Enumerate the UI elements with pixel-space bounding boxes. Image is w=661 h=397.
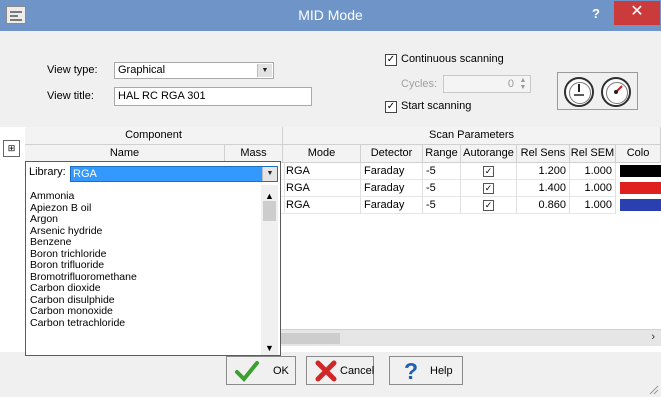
continuous-scanning-checkbox[interactable]: ✓ <box>385 54 397 66</box>
color-swatch[interactable] <box>620 182 661 194</box>
cell-rel-sem[interactable]: 1.000 <box>570 180 616 197</box>
close-button[interactable]: ✕ <box>614 1 660 25</box>
view-type-select[interactable]: Graphical ▼ <box>114 62 274 79</box>
column-header-color[interactable]: Colo <box>616 145 661 163</box>
cell-mode[interactable]: RGA <box>283 197 361 214</box>
cancel-label: Cancel <box>340 365 375 377</box>
cell-autorange[interactable]: ✓ <box>461 197 517 214</box>
horizontal-scrollbar[interactable]: › <box>280 329 661 346</box>
help-label: Help <box>430 365 453 377</box>
start-scanning-checkbox[interactable]: ✓ <box>385 101 397 113</box>
library-list[interactable]: Ammonia Apiezon B oil Argon Arsenic hydr… <box>28 191 260 355</box>
view-title-input[interactable]: HAL RC RGA 301 <box>114 87 312 106</box>
scrollbar-thumb[interactable] <box>263 201 276 221</box>
autorange-checkbox[interactable]: ✓ <box>483 165 494 177</box>
cross-icon <box>315 360 337 382</box>
library-combo[interactable]: RGA ▼ <box>70 166 278 182</box>
cell-autorange[interactable]: ✓ <box>461 180 517 197</box>
spin-arrows-icon: ▲ ▼ <box>519 77 527 91</box>
scrollbar-thumb[interactable] <box>280 333 340 344</box>
list-item[interactable]: Argon <box>28 213 260 226</box>
chevron-down-icon[interactable]: ▼ <box>257 64 272 77</box>
autorange-checkbox[interactable]: ✓ <box>483 199 494 211</box>
cell-mode[interactable]: RGA <box>283 163 361 180</box>
library-scrollbar[interactable]: ▲ ▼ <box>261 185 278 355</box>
title-bar: MID Mode ? ✕ <box>0 0 661 31</box>
continuous-scanning-label: Continuous scanning <box>401 53 504 65</box>
cell-autorange[interactable]: ✓ <box>461 163 517 180</box>
help-button[interactable]: ? Help <box>389 356 463 385</box>
view-title-label: View title: <box>47 90 94 102</box>
column-header-autorange[interactable]: Autorange <box>461 145 517 163</box>
component-group-header: Component <box>25 127 283 145</box>
autorange-checkbox[interactable]: ✓ <box>483 182 494 194</box>
scan-gauge-icon[interactable] <box>601 77 631 107</box>
list-item[interactable]: Benzene <box>28 236 260 249</box>
question-mark-icon: ? <box>404 358 419 384</box>
checkmark-icon <box>235 361 259 382</box>
library-dropdown-popup: Library: RGA ▼ Ammonia Apiezon B oil Arg… <box>25 161 281 356</box>
cell-detector[interactable]: Faraday <box>361 163 423 180</box>
view-type-value: Graphical <box>118 64 166 76</box>
column-header-rel-sens[interactable]: Rel Sens <box>517 145 570 163</box>
cell-range[interactable]: -5 <box>423 197 461 214</box>
list-item[interactable]: Carbon monoxide <box>28 305 260 318</box>
ok-button[interactable]: OK <box>226 356 296 385</box>
grid-config-icon[interactable]: ⊞ <box>3 140 20 157</box>
library-value: RGA <box>73 168 97 180</box>
chevron-down-icon[interactable]: ▼ <box>262 167 277 181</box>
column-header-rel-sem[interactable]: Rel SEM <box>570 145 616 163</box>
cycles-label: Cycles: <box>401 78 438 90</box>
mid-mode-dialog: MID Mode ? ✕ View type: Graphical ▼ View… <box>0 0 661 397</box>
cycles-input: 0 ▲ ▼ <box>443 75 531 93</box>
column-header-detector[interactable]: Detector <box>361 145 423 163</box>
column-header-range[interactable]: Range <box>423 145 461 163</box>
library-label: Library: <box>29 166 66 178</box>
help-title-button[interactable]: ? <box>588 5 604 23</box>
cell-rel-sens[interactable]: 0.860 <box>517 197 570 214</box>
cell-rel-sem[interactable]: 1.000 <box>570 163 616 180</box>
cell-range[interactable]: -5 <box>423 163 461 180</box>
color-swatch[interactable] <box>620 165 661 177</box>
list-item[interactable]: Apiezon B oil <box>28 202 260 215</box>
cancel-button[interactable]: Cancel <box>306 356 374 385</box>
chevron-down-icon[interactable]: ▼ <box>265 343 274 353</box>
list-item[interactable]: Ammonia <box>28 191 260 203</box>
list-item[interactable]: Boron trifluoride <box>28 259 260 272</box>
ok-label: OK <box>273 365 289 377</box>
chevron-right-icon[interactable]: › <box>651 331 655 343</box>
cell-rel-sem[interactable]: 1.000 <box>570 197 616 214</box>
cell-detector[interactable]: Faraday <box>361 180 423 197</box>
color-swatch[interactable] <box>620 199 661 211</box>
cell-detector[interactable]: Faraday <box>361 197 423 214</box>
view-type-label: View type: <box>47 64 98 76</box>
cell-rel-sens[interactable]: 1.400 <box>517 180 570 197</box>
scan-parameters-group-header: Scan Parameters <box>283 127 661 145</box>
chevron-up-icon[interactable]: ▲ <box>265 191 274 201</box>
list-item[interactable]: Carbon tetrachloride <box>28 317 260 330</box>
pressure-gauge-icon[interactable] <box>564 77 594 107</box>
cycles-value: 0 <box>507 78 514 90</box>
gauges-frame <box>557 72 638 110</box>
window-title: MID Mode <box>298 7 363 23</box>
start-scanning-label: Start scanning <box>401 100 472 112</box>
list-item[interactable]: Carbon dioxide <box>28 282 260 295</box>
column-header-mode[interactable]: Mode <box>283 145 361 163</box>
resize-grip-icon[interactable] <box>649 385 659 395</box>
cell-range[interactable]: -5 <box>423 180 461 197</box>
cell-rel-sens[interactable]: 1.200 <box>517 163 570 180</box>
cell-mode[interactable]: RGA <box>283 180 361 197</box>
